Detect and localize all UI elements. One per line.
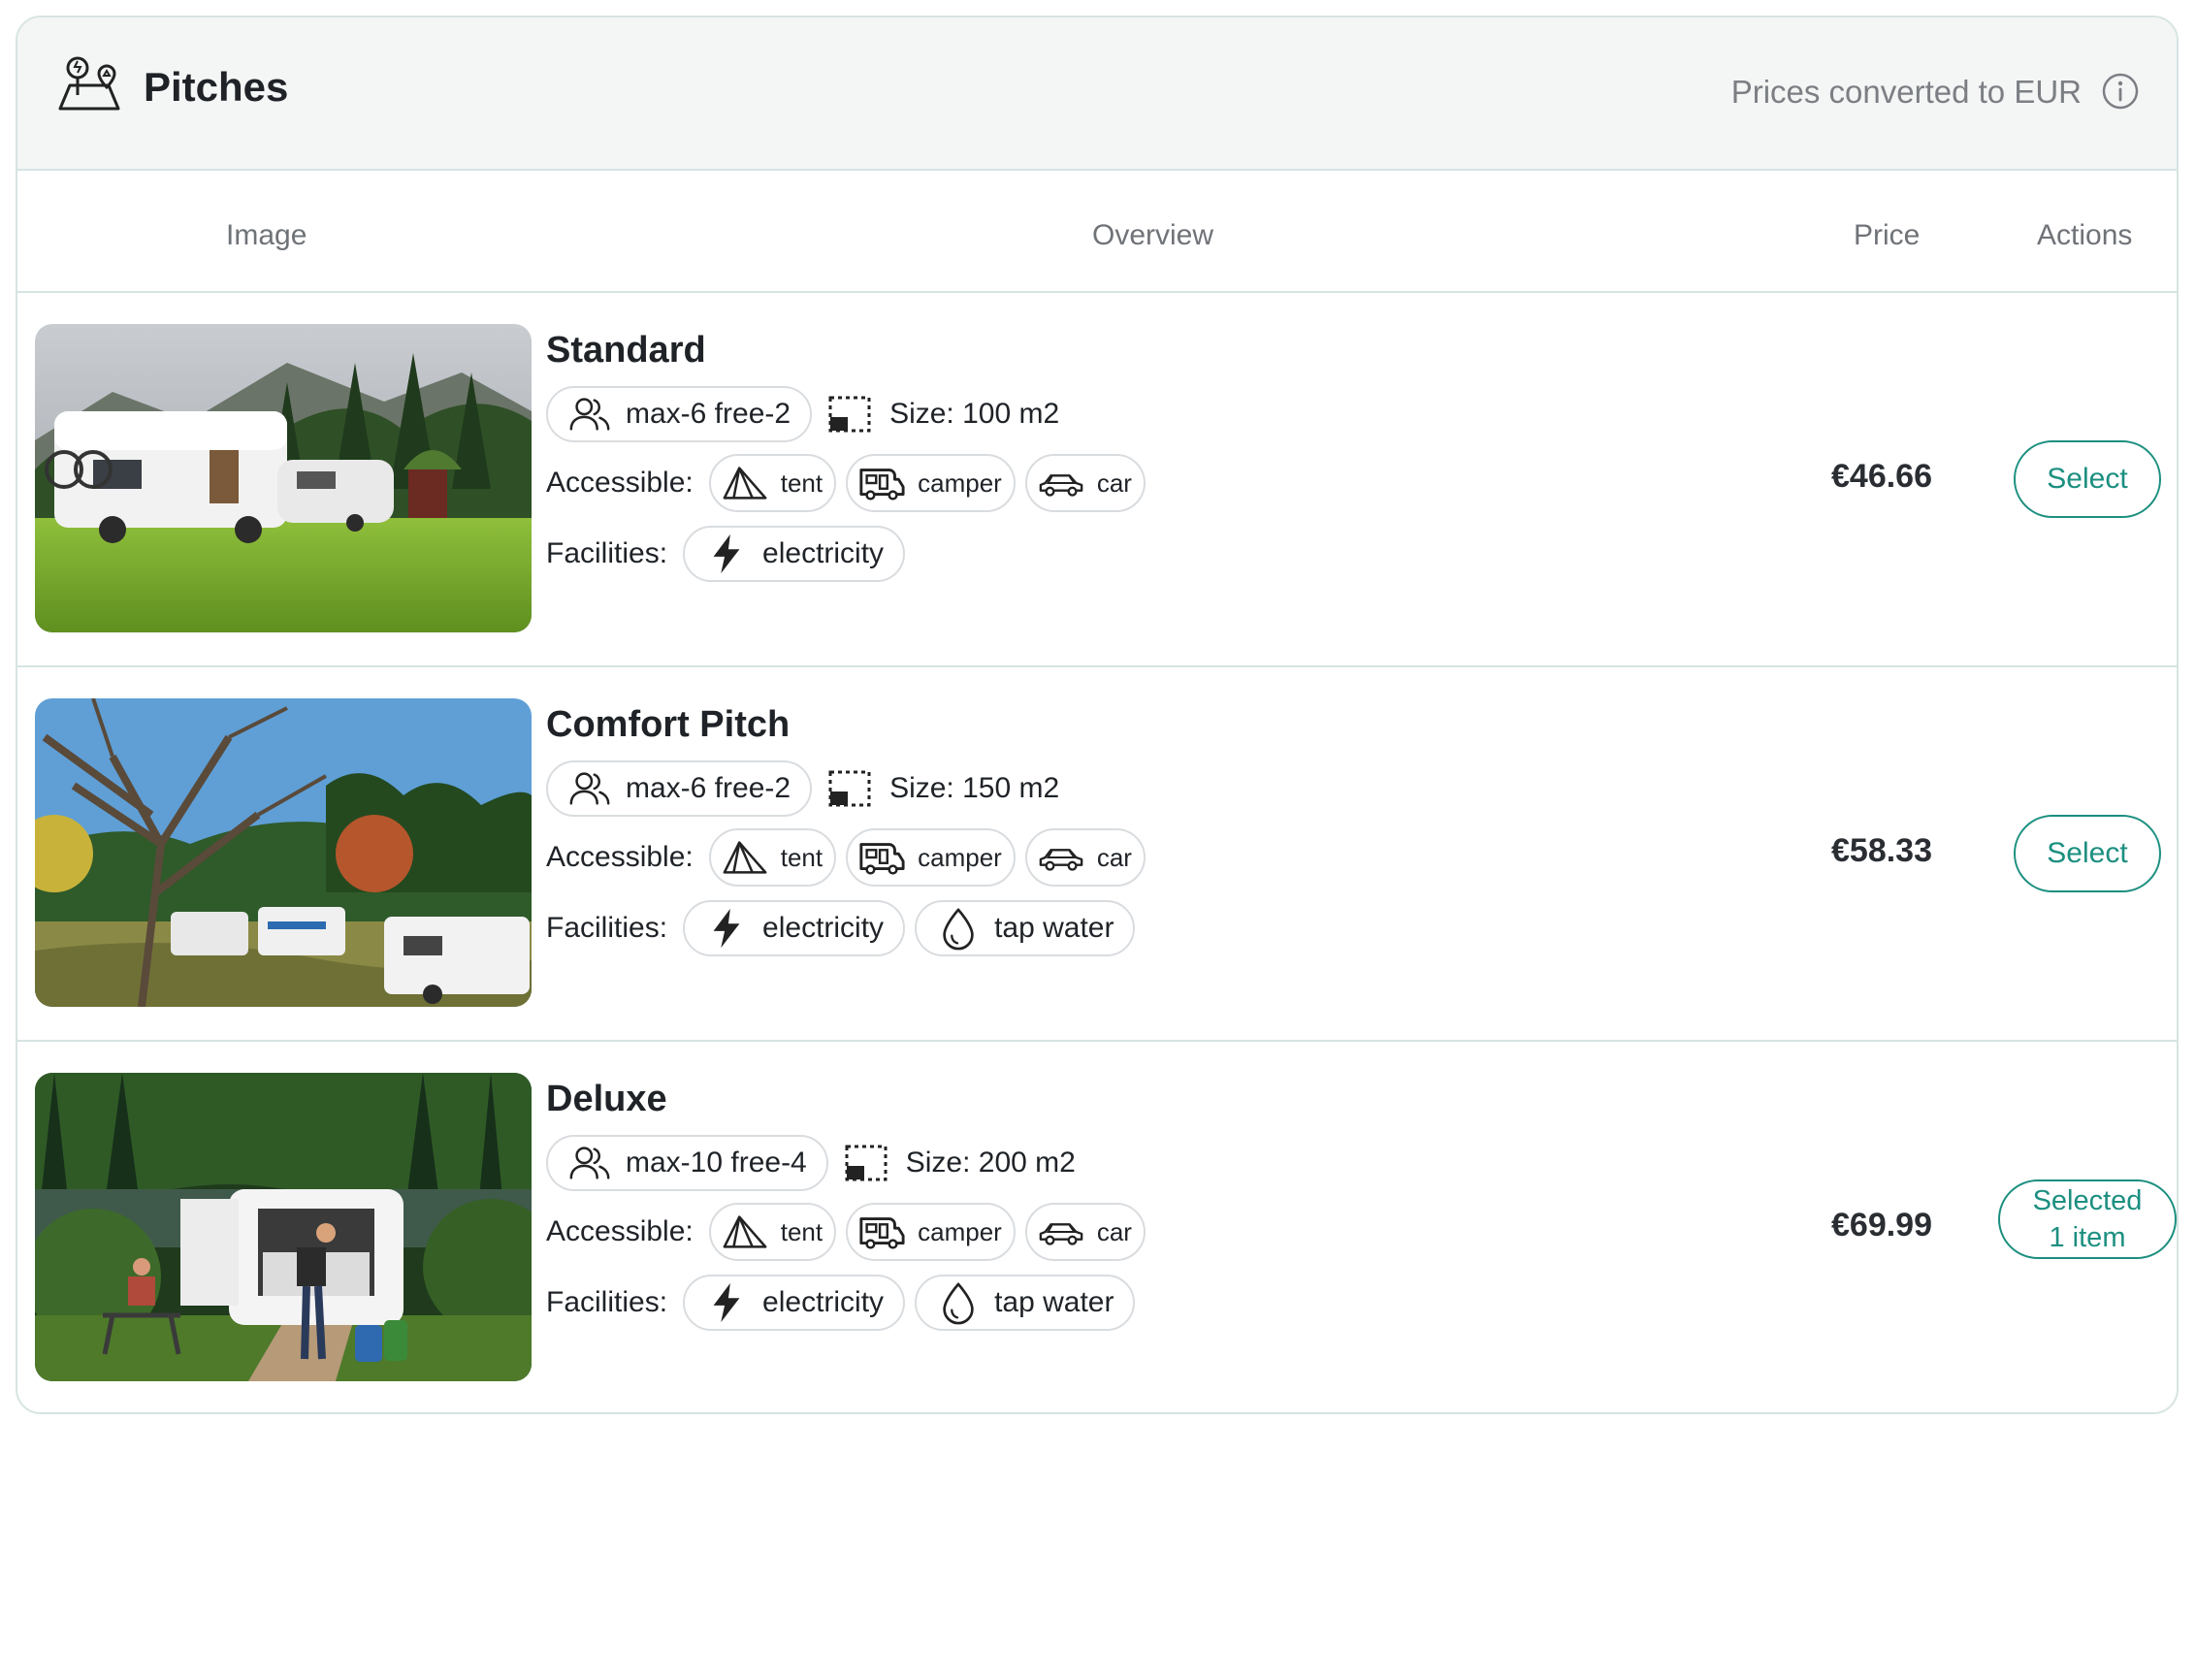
column-header-price: Price: [1854, 219, 1921, 251]
access-badge-camper: camper: [846, 454, 1016, 512]
access-badge-car: car: [1024, 828, 1146, 887]
table-row: Deluxe max-10 free-4 Size: 200 m2 Access…: [17, 1042, 2177, 1412]
area-size-icon: [844, 1144, 888, 1182]
card-header: Pitches Prices converted to EUR: [17, 17, 2177, 171]
capacity-text: max-6 free-2: [626, 398, 791, 430]
lightning-icon: [704, 906, 749, 951]
facility-label: electricity: [762, 912, 885, 944]
capacity-badge: max-6 free-2: [546, 386, 813, 442]
access-label: camper: [918, 468, 1002, 498]
page-title: Pitches: [144, 64, 289, 110]
lightning-icon: [704, 1280, 749, 1325]
pitches-card: Pitches Prices converted to EUR Image Ov…: [16, 16, 2179, 1414]
pitch-price: €46.66: [1831, 458, 1932, 495]
pitch-image-comfort: [35, 698, 532, 1007]
access-label: tent: [780, 842, 824, 872]
access-badge-car: car: [1024, 1203, 1146, 1261]
water-drop-icon: [936, 906, 981, 951]
access-label: car: [1096, 1216, 1132, 1246]
size-text: Size: 200 m2: [905, 1147, 1076, 1179]
access-label: tent: [780, 468, 824, 498]
access-badge-tent: tent: [708, 454, 837, 512]
camper-icon: [857, 464, 906, 502]
pitch-name: Deluxe: [546, 1079, 667, 1119]
access-badge-tent: tent: [708, 828, 837, 887]
selected-count: 1 item: [2049, 1222, 2126, 1253]
facility-badge-electricity: electricity: [683, 1275, 906, 1331]
size-info: Size: 150 m2: [827, 769, 1059, 808]
camper-icon: [857, 838, 906, 877]
facility-badge-electricity: electricity: [683, 526, 906, 582]
lightning-icon: [704, 532, 749, 576]
access-badge-tent: tent: [708, 1203, 837, 1261]
car-icon: [1037, 1212, 1085, 1251]
area-size-icon: [827, 395, 872, 434]
users-icon: [567, 392, 612, 436]
car-icon: [1037, 838, 1085, 877]
facility-label: electricity: [762, 1286, 885, 1318]
column-header-image: Image: [226, 219, 307, 251]
accessible-label: Accessible:: [546, 841, 694, 873]
access-label: car: [1096, 468, 1132, 498]
select-button[interactable]: Select: [2014, 440, 2161, 518]
facility-badge-electricity: electricity: [683, 900, 906, 956]
facility-badge-tap-water: tap water: [915, 1275, 1136, 1331]
pitch-price: €69.99: [1831, 1207, 1932, 1244]
table-row: Comfort Pitch max-6 free-2 Size: 150 m2 …: [17, 667, 2177, 1042]
facility-label: tap water: [994, 912, 1114, 944]
capacity-text: max-10 free-4: [626, 1147, 807, 1179]
column-header-actions: Actions: [2037, 219, 2133, 251]
users-icon: [567, 1141, 612, 1185]
facilities-label: Facilities:: [546, 537, 668, 569]
access-badge-camper: camper: [846, 828, 1016, 887]
access-label: car: [1096, 842, 1132, 872]
size-text: Size: 150 m2: [889, 772, 1060, 804]
pitch-name: Comfort Pitch: [546, 704, 791, 745]
size-text: Size: 100 m2: [889, 398, 1060, 430]
access-badge-car: car: [1024, 454, 1146, 512]
capacity-badge: max-10 free-4: [546, 1135, 828, 1191]
area-size-icon: [827, 769, 872, 808]
accessible-label: Accessible:: [546, 1215, 694, 1247]
users-icon: [567, 766, 612, 811]
size-info: Size: 100 m2: [827, 395, 1059, 434]
camper-icon: [857, 1212, 906, 1251]
prices-note: Prices converted to EUR: [1730, 74, 2082, 110]
facility-label: tap water: [994, 1286, 1114, 1318]
pitch-price: €58.33: [1831, 832, 1932, 869]
accessible-label: Accessible:: [546, 467, 694, 499]
water-drop-icon: [936, 1280, 981, 1325]
access-label: camper: [918, 842, 1002, 872]
selected-label: Selected: [2032, 1185, 2143, 1216]
facilities-label: Facilities:: [546, 912, 668, 944]
table-row: Standard max-6 free-2 Size: 100 m2 Acces…: [17, 293, 2177, 667]
map-pins-icon: [58, 56, 120, 111]
facilities-label: Facilities:: [546, 1286, 668, 1318]
selected-button[interactable]: Selected 1 item: [1998, 1179, 2177, 1259]
access-label: camper: [918, 1216, 1002, 1246]
facility-label: electricity: [762, 537, 885, 569]
car-icon: [1037, 464, 1085, 502]
size-info: Size: 200 m2: [844, 1144, 1076, 1182]
tent-icon: [721, 1212, 769, 1251]
facility-badge-tap-water: tap water: [915, 900, 1136, 956]
pitch-name: Standard: [546, 330, 706, 371]
pitch-image-standard: [35, 324, 532, 632]
pitch-image-deluxe: [35, 1073, 532, 1381]
capacity-badge: max-6 free-2: [546, 760, 813, 817]
tent-icon: [721, 464, 769, 502]
capacity-text: max-6 free-2: [626, 772, 791, 804]
access-badge-camper: camper: [846, 1203, 1016, 1261]
info-circle-icon[interactable]: [2101, 72, 2140, 111]
column-header-overview: Overview: [1092, 219, 1214, 251]
select-button[interactable]: Select: [2014, 815, 2161, 892]
table-header: Image Overview Price Actions: [17, 171, 2177, 293]
access-label: tent: [780, 1216, 824, 1246]
tent-icon: [721, 838, 769, 877]
